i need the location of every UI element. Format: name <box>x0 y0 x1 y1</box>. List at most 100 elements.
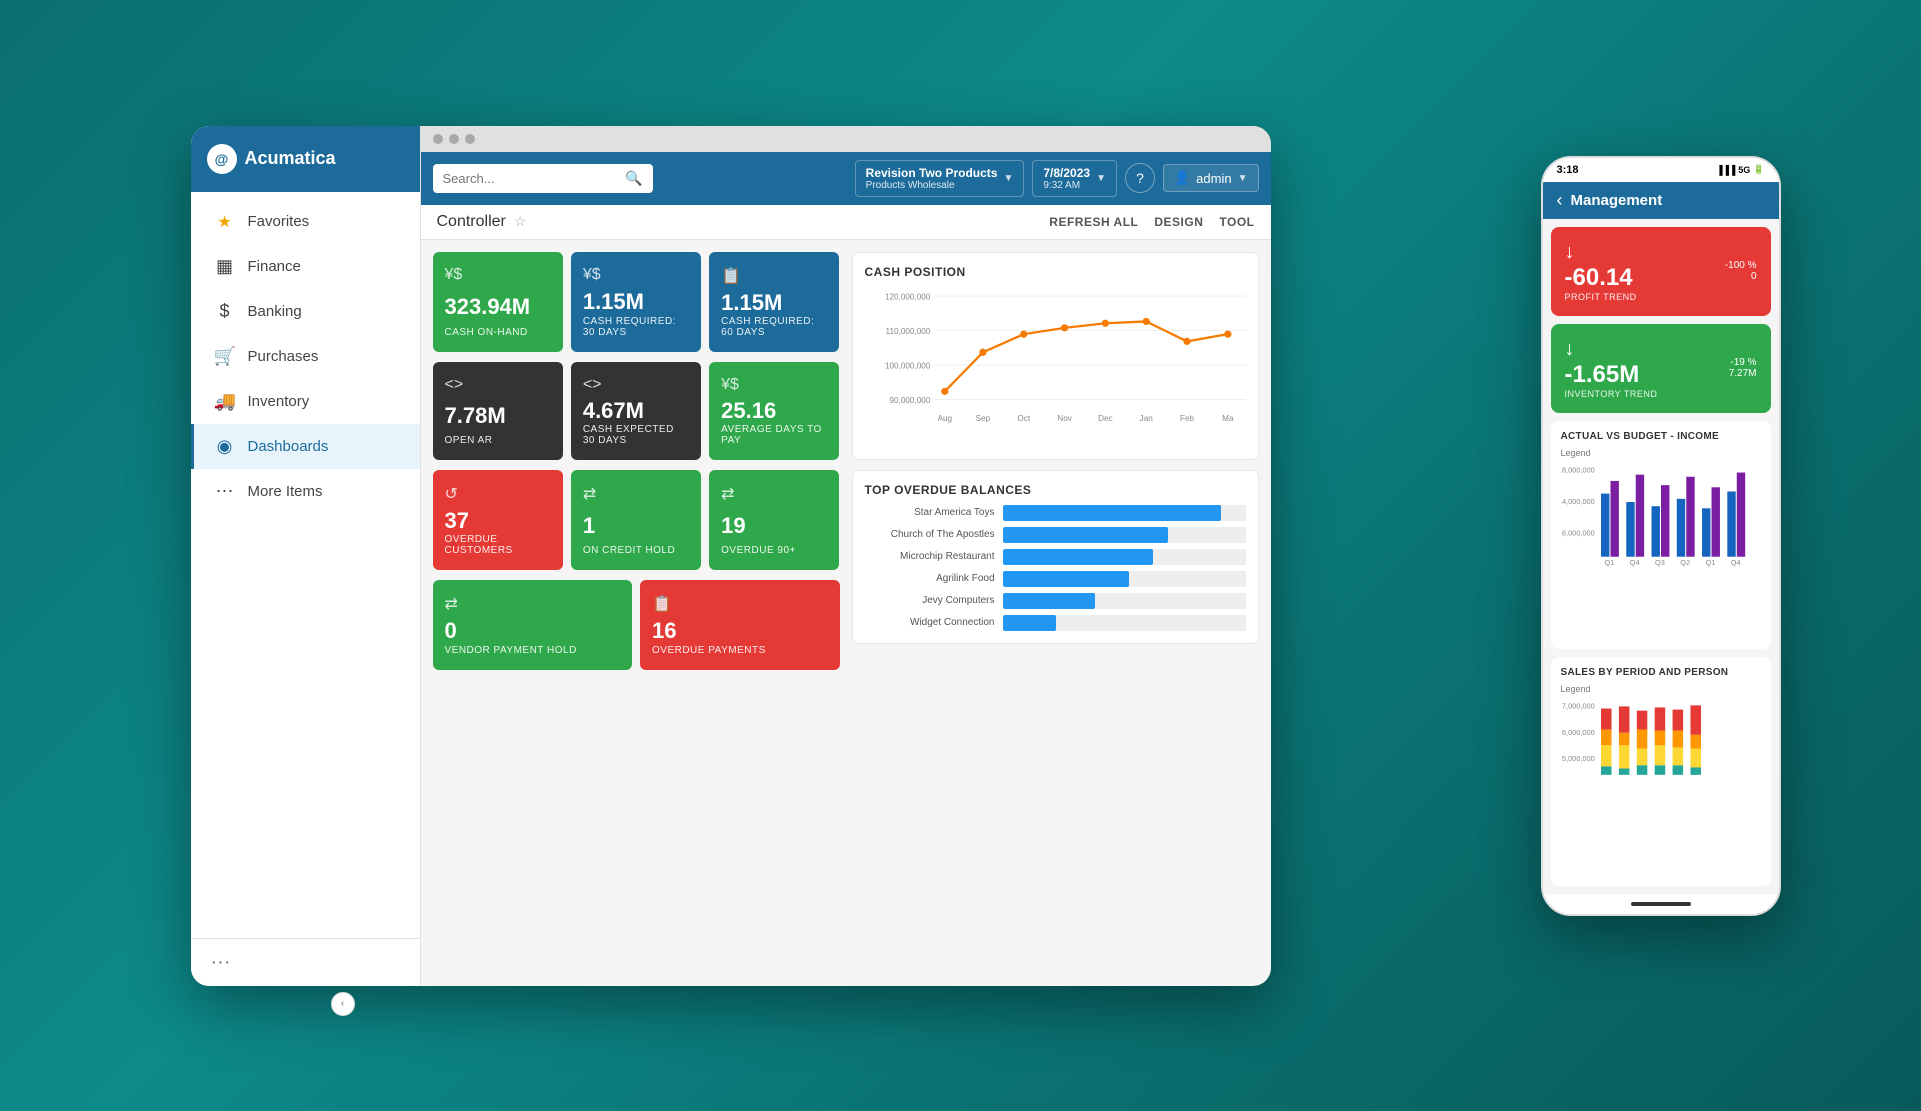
cash-expected-icon: <> <box>583 376 689 394</box>
phone-signal-icon: ▐▐▐ 5G 🔋 <box>1716 164 1764 175</box>
cash-30-label: CASH REQUIRED: 30 DAYS <box>583 316 689 338</box>
status-overdue-payments[interactable]: 📋 16 OVERDUE PAYMENTS <box>640 580 840 670</box>
help-button[interactable]: ? <box>1125 163 1155 193</box>
svg-text:Ma: Ma <box>1222 414 1234 423</box>
overdue-payments-icon: 📋 <box>652 594 828 614</box>
bar-row-4: Jevy Computers <box>865 593 1246 609</box>
cash-onhand-value: 323.94M <box>445 294 551 320</box>
phone-kpi-profit[interactable]: ↓ -60.14 PROFIT TREND -100 % 0 <box>1551 227 1771 316</box>
bar-inner-3 <box>1003 571 1129 587</box>
sidebar-bottom-icon: ··· <box>211 951 231 974</box>
sidebar-toggle-button[interactable]: ‹ <box>331 992 355 1016</box>
search-box[interactable]: 🔍 <box>433 164 653 193</box>
cash-60-value: 1.15M <box>721 290 827 316</box>
svg-text:14,000,000: 14,000,000 <box>1561 497 1595 506</box>
sidebar-label-finance: Finance <box>248 258 301 275</box>
sidebar-item-more[interactable]: ⋯ More Items <box>191 469 420 514</box>
open-ar-label: OPEN AR <box>445 435 551 446</box>
bar-row-0: Star America Toys <box>865 505 1246 521</box>
overdue-90-icon: ⇄ <box>721 484 827 504</box>
sidebar-item-dashboards[interactable]: ◉ Dashboards <box>191 424 420 469</box>
dashboard-actions: REFRESH ALL DESIGN TOOL <box>1049 215 1254 229</box>
sidebar-label-dashboards: Dashboards <box>248 438 329 455</box>
company-name: Revision Two Products <box>866 166 998 180</box>
status-overdue-customers[interactable]: ↺ 37 OVERDUE CUSTOMERS <box>433 470 563 570</box>
date-chevron-icon: ▼ <box>1096 173 1106 184</box>
overdue-bar-chart: Star America Toys Church of The Apostles <box>865 505 1246 631</box>
inventory-label: INVENTORY TREND <box>1565 389 1658 399</box>
svg-text:Q2: Q2 <box>1680 558 1690 567</box>
kpi-cash-60[interactable]: 📋 1.15M CASH REQUIRED: 60 DAYS <box>709 252 839 352</box>
title-bar <box>421 126 1271 152</box>
bar-inner-1 <box>1003 527 1168 543</box>
profit-label: PROFIT TREND <box>1565 292 1637 302</box>
sales-chart-section: SALES BY PERIOD AND PERSON Legend 7,000,… <box>1551 657 1771 886</box>
date-selector[interactable]: 7/8/2023 9:32 AM ▼ <box>1032 160 1117 197</box>
kpi-cash-expected[interactable]: <> 4.67M CASH EXPECTED 30 DAYS <box>571 362 701 460</box>
search-input[interactable] <box>443 171 620 186</box>
status-credit-hold[interactable]: ⇄ 1 ON CREDIT HOLD <box>571 470 701 570</box>
star-bookmark-icon[interactable]: ☆ <box>514 213 527 230</box>
dashboard-title-text: Controller <box>437 213 506 231</box>
company-selector[interactable]: Revision Two Products Products Wholesale… <box>855 160 1025 197</box>
open-ar-value: 7.78M <box>445 403 551 429</box>
design-button[interactable]: DESIGN <box>1154 215 1203 229</box>
sidebar-bottom[interactable]: ··· <box>191 938 420 986</box>
sales-chart-svg: 7,000,000 6,000,000 5,000,000 <box>1561 698 1761 782</box>
bar-row-3: Agrilink Food <box>865 571 1246 587</box>
bar-label-0: Star America Toys <box>865 507 995 518</box>
cash-expected-value: 4.67M <box>583 398 689 424</box>
bar-row-5: Widget Connection <box>865 615 1246 631</box>
income-chart-svg: 18,000,000 14,000,000 8,000,000 <box>1561 462 1761 567</box>
overdue-90-value: 19 <box>721 513 827 539</box>
svg-text:110,000,000: 110,000,000 <box>885 327 930 336</box>
kpi-open-ar[interactable]: <> 7.78M OPEN AR <box>433 362 563 460</box>
kpi-cash-30[interactable]: ¥$ 1.15M CASH REQUIRED: 30 DAYS <box>571 252 701 352</box>
bar-outer-3 <box>1003 571 1246 587</box>
logo-text: Acumatica <box>245 148 336 169</box>
cash-onhand-icon: ¥$ <box>445 266 551 284</box>
dashboard-title-bar: Controller ☆ <box>437 213 527 231</box>
income-chart-legend: Legend <box>1561 448 1761 458</box>
kpi-row-2: <> 7.78M OPEN AR <> 4.67M CASH EXPECTED … <box>433 362 840 460</box>
inventory-value: -1.65M <box>1565 361 1658 389</box>
left-widgets: ¥$ 323.94M CASH ON-HAND ¥$ 1.15M CASH RE… <box>433 252 840 974</box>
svg-text:Q1: Q1 <box>1705 558 1715 567</box>
tools-button[interactable]: TOOL <box>1219 215 1254 229</box>
search-icon[interactable]: 🔍 <box>625 170 642 187</box>
status-overdue-90[interactable]: ⇄ 19 OVERDUE 90+ <box>709 470 839 570</box>
sidebar-item-inventory[interactable]: 🚚 Inventory <box>191 379 420 424</box>
status-vendor-hold[interactable]: ⇄ 0 VENDOR PAYMENT HOLD <box>433 580 633 670</box>
user-menu[interactable]: 👤 admin ▼ <box>1163 164 1259 192</box>
more-items-icon: ⋯ <box>214 481 236 502</box>
sidebar-item-finance[interactable]: ▦ Finance <box>191 244 420 289</box>
phone-back-button[interactable]: ‹ <box>1557 190 1563 211</box>
phone-time: 3:18 <box>1557 164 1579 176</box>
kpi-cash-onhand[interactable]: ¥$ 323.94M CASH ON-HAND <box>433 252 563 352</box>
cash-onhand-label: CASH ON-HAND <box>445 327 551 338</box>
credit-hold-label: ON CREDIT HOLD <box>583 545 689 556</box>
overdue-payments-value: 16 <box>652 618 828 644</box>
cash-30-value: 1.15M <box>583 289 689 315</box>
phone-kpi-inventory[interactable]: ↓ -1.65M INVENTORY TREND -19 % 7.27M <box>1551 324 1771 413</box>
company-chevron-icon: ▼ <box>1003 173 1013 184</box>
bar-row-2: Microchip Restaurant <box>865 549 1246 565</box>
refresh-all-button[interactable]: REFRESH ALL <box>1049 215 1138 229</box>
svg-text:6,000,000: 6,000,000 <box>1561 728 1594 737</box>
profit-value: -60.14 <box>1565 264 1637 292</box>
vendor-hold-label: VENDOR PAYMENT HOLD <box>445 645 621 656</box>
phone-home-bar <box>1631 902 1691 906</box>
svg-text:5,000,000: 5,000,000 <box>1561 754 1594 763</box>
sidebar-item-favorites[interactable]: ★ Favorites <box>191 200 420 244</box>
time-display: 9:32 AM <box>1043 180 1090 191</box>
avg-days-label: AVERAGE DAYS TO PAY <box>721 424 827 446</box>
sidebar-label-banking: Banking <box>248 303 302 320</box>
overdue-customers-icon: ↺ <box>445 484 551 504</box>
date-display: 7/8/2023 <box>1043 166 1090 180</box>
sidebar-item-purchases[interactable]: 🛒 Purchases <box>191 334 420 379</box>
kpi-avg-days[interactable]: ¥$ 25.16 AVERAGE DAYS TO PAY <box>709 362 839 460</box>
banking-icon: $ <box>214 301 236 322</box>
sidebar-item-banking[interactable]: $ Banking <box>191 289 420 334</box>
cash-expected-label: CASH EXPECTED 30 DAYS <box>583 424 689 446</box>
profit-pct: -100 % <box>1725 260 1757 271</box>
